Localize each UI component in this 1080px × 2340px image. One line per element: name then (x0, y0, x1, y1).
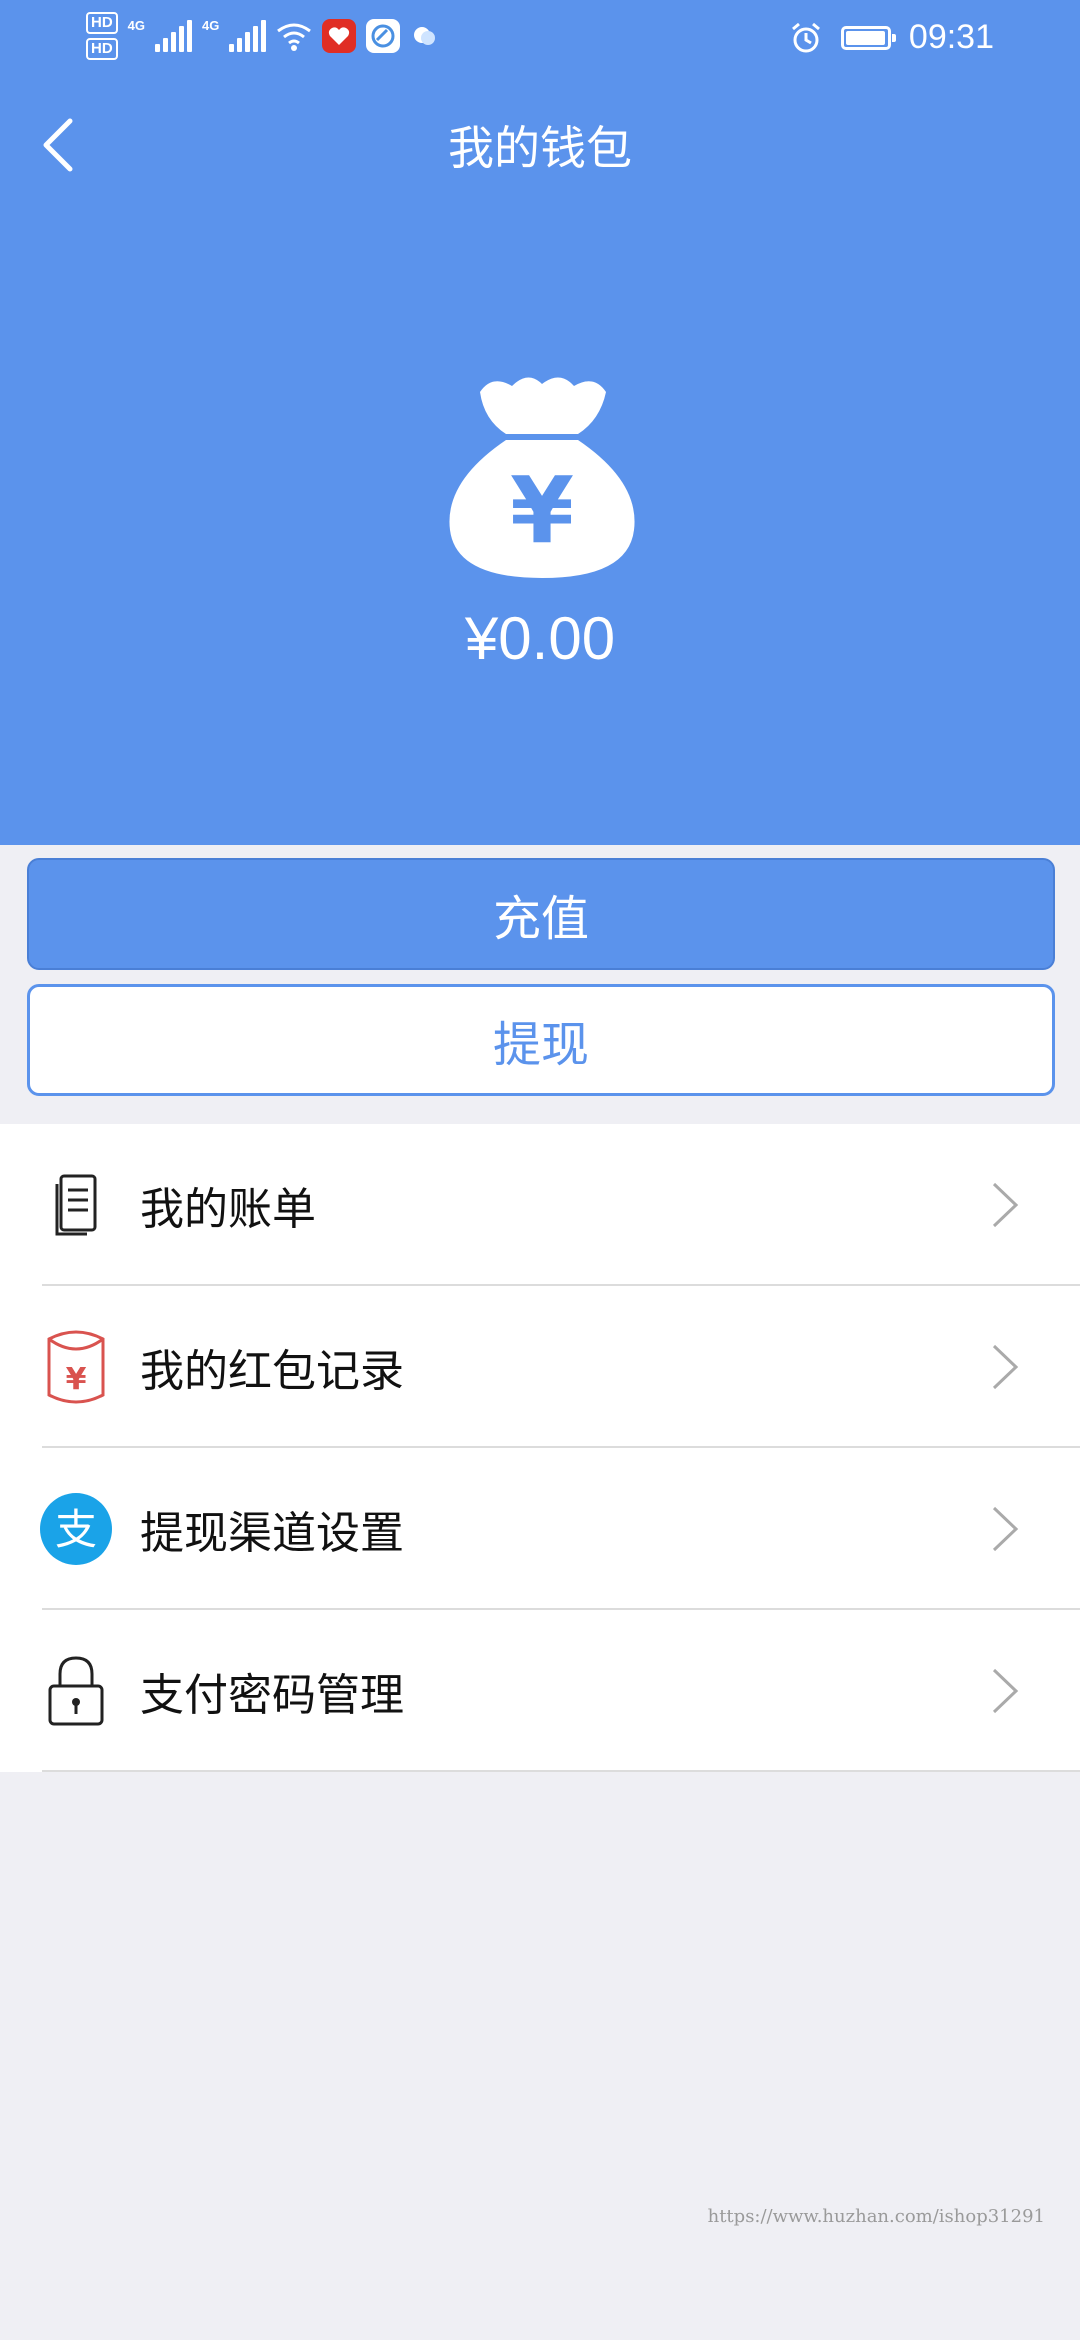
status-bar: HD HD 4G 4G 09:31 (0, 0, 1080, 80)
red-envelope-icon: ¥ (38, 1329, 114, 1405)
chevron-right-icon (992, 1182, 1019, 1228)
signal-icon (155, 20, 193, 52)
recharge-button[interactable]: 充值 (27, 858, 1055, 970)
network-type: 4G (127, 17, 146, 33)
money-bag-icon: ¥ (449, 377, 635, 578)
menu-item-my-bills[interactable]: 我的账单 (0, 1124, 1080, 1286)
wallet-header-panel: HD HD 4G 4G 09:31 我的钱包 ¥ ¥0.00 (0, 0, 1080, 845)
hd-badge: HD (86, 12, 118, 34)
pinduoduo-app-icon (322, 19, 357, 53)
signal-icon (229, 20, 267, 52)
clock-time: 09:31 (908, 18, 994, 56)
lock-icon (38, 1653, 114, 1729)
menu-item-withdraw-channel-settings[interactable]: 支 提现渠道设置 (0, 1448, 1080, 1610)
withdraw-button[interactable]: 提现 (27, 984, 1055, 1096)
page-title: 我的钱包 (448, 121, 632, 175)
menu-item-label: 提现渠道设置 (140, 1508, 404, 1559)
alarm-icon (791, 22, 820, 52)
network-type: 4G (202, 17, 220, 33)
bag-currency-symbol: ¥ (510, 457, 574, 564)
chevron-right-icon (992, 1506, 1019, 1552)
wallet-menu-list: 我的账单 ¥ 我的红包记录 支 提现渠道设置 支付密码管理 (0, 1124, 1080, 1772)
alipay-icon: 支 (38, 1491, 114, 1567)
menu-item-label: 我的账单 (140, 1184, 316, 1235)
red-envelope-symbol: ¥ (66, 1362, 87, 1397)
menu-item-label: 支付密码管理 (140, 1670, 404, 1721)
menu-item-red-envelope-records[interactable]: ¥ 我的红包记录 (0, 1286, 1080, 1448)
chevron-right-icon (992, 1344, 1019, 1390)
chevron-right-icon (992, 1668, 1019, 1714)
menu-item-label: 我的红包记录 (140, 1346, 404, 1397)
wallet-balance: ¥0.00 (464, 605, 616, 672)
watermark-url: https://www.huzhan.com/ishop31291 (707, 2206, 1045, 2227)
alipay-symbol: 支 (55, 1505, 97, 1554)
hd-badge: HD (86, 38, 118, 60)
wifi-icon (277, 23, 312, 51)
battery-icon (840, 25, 896, 50)
bill-icon (38, 1167, 114, 1243)
menu-item-payment-password[interactable]: 支付密码管理 (0, 1610, 1080, 1772)
weather-app-icon (414, 27, 436, 45)
browser-app-icon (366, 19, 401, 53)
